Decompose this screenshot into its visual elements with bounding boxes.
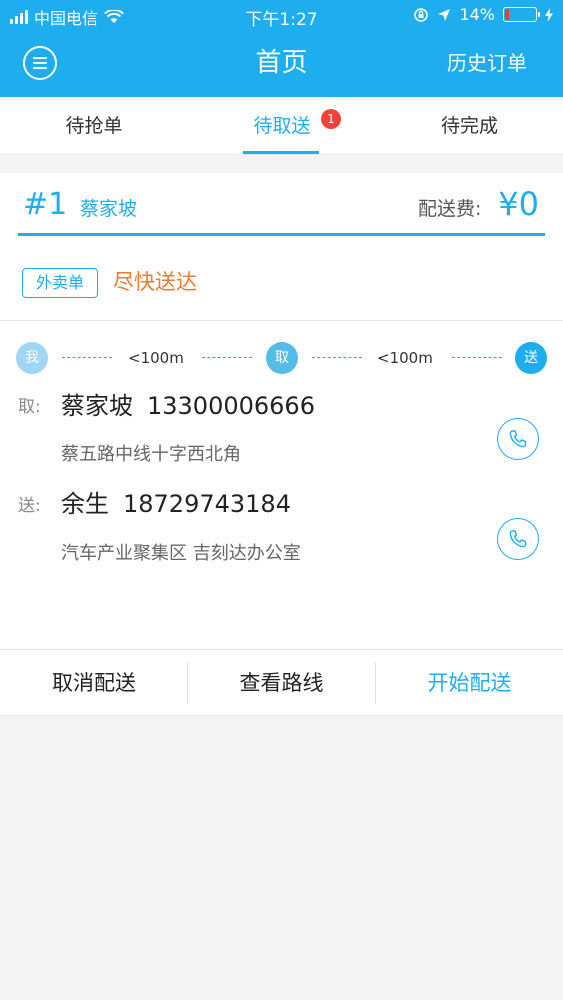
delivery-urgency: 尽快送达: [113, 270, 197, 294]
pickup-call-button[interactable]: [497, 418, 539, 460]
section-divider: [0, 320, 563, 321]
delivery-contact: 余生 18729743184: [61, 488, 291, 520]
route-node-deliver: 送: [515, 342, 547, 374]
phone-icon: [509, 430, 527, 448]
route-node-pickup: 取: [266, 342, 298, 374]
order-tabs: 待抢单 待取送 待完成: [0, 97, 563, 155]
route-dash: [312, 357, 362, 358]
start-delivery-button[interactable]: 开始配送: [376, 650, 563, 717]
pickup-address: 蔡五路中线十字西北角: [61, 444, 241, 465]
location-arrow-icon: [438, 8, 451, 21]
pickup-phone: 13300006666: [147, 392, 315, 420]
delivery-fee-value: ¥0: [498, 185, 539, 223]
delivery-call-button[interactable]: [497, 518, 539, 560]
active-tab-indicator: [243, 151, 319, 154]
order-header-divider: [18, 233, 545, 236]
order-type-tag: 外卖单: [22, 268, 98, 298]
pickup-contact: 蔡家坡 13300006666: [61, 390, 315, 422]
charging-icon: [545, 7, 553, 22]
route-node-me: 我: [16, 342, 48, 374]
delivery-address: 汽车产业聚集区 吉刻达办公室: [61, 543, 301, 564]
order-actions: 取消配送 查看路线 开始配送: [0, 649, 563, 716]
app-header: 中国电信 下午1:27 14% 首页 历史订单: [0, 0, 563, 97]
tab-count-badge: 1: [321, 109, 341, 129]
orientation-lock-icon: [414, 7, 429, 22]
route-dash: [202, 357, 252, 358]
route-dash: [62, 357, 112, 358]
route-distance-2: <100m: [377, 349, 433, 367]
view-route-button[interactable]: 查看路线: [188, 650, 375, 717]
pickup-name: 蔡家坡: [61, 392, 133, 420]
order-number: #1: [23, 187, 68, 222]
battery-percent: 14%: [459, 5, 495, 24]
pickup-label: 取:: [18, 397, 41, 417]
cancel-delivery-button[interactable]: 取消配送: [0, 650, 188, 717]
delivery-label: 送:: [18, 496, 41, 516]
battery-icon: [503, 7, 540, 22]
tab-pending-pickup[interactable]: 待取送: [188, 97, 376, 155]
history-orders-button[interactable]: 历史订单: [447, 48, 527, 78]
status-bar: 中国电信 下午1:27 14%: [0, 0, 563, 32]
tab-pending-grab[interactable]: 待抢单: [0, 97, 188, 155]
route-dash: [452, 357, 502, 358]
delivery-name: 余生: [61, 490, 109, 518]
phone-icon: [509, 530, 527, 548]
order-merchant: 蔡家坡: [80, 198, 138, 220]
delivery-fee-label: 配送费:: [418, 198, 482, 220]
delivery-phone: 18729743184: [123, 490, 291, 518]
route-distance-1: <100m: [128, 349, 184, 367]
tab-pending-complete[interactable]: 待完成: [376, 97, 563, 155]
